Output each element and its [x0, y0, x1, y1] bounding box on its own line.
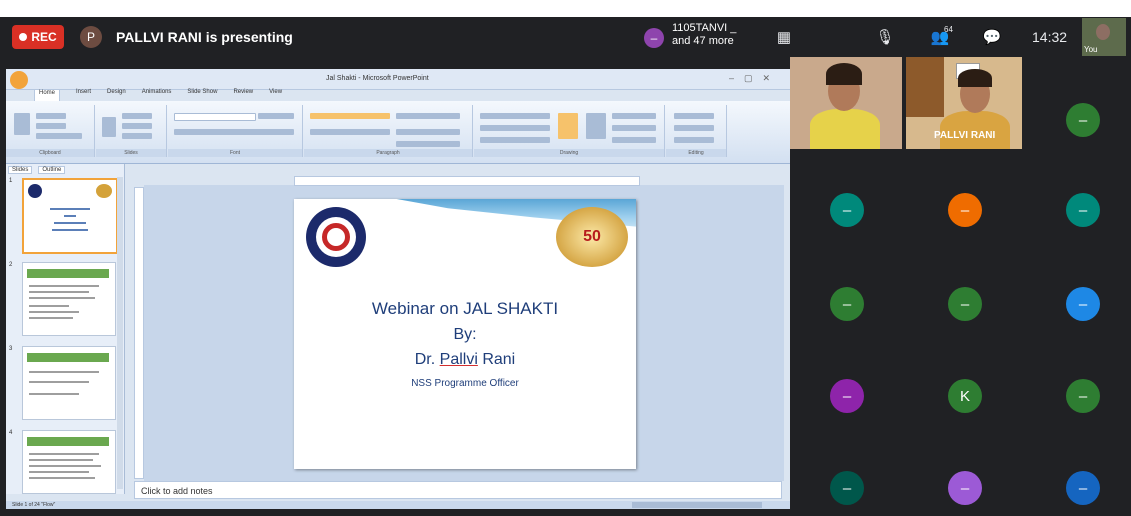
ppt-status-bar: Slide 1 of 24 "Flow": [6, 501, 790, 509]
ribbon-group-drawing: Drawing: [474, 105, 665, 157]
participant-avatar[interactable]: –: [830, 193, 864, 227]
participant-camera-tile[interactable]: PALLVI RANI: [906, 57, 1022, 149]
participant-avatar[interactable]: –: [948, 193, 982, 227]
anniversary-badge: 50: [556, 207, 628, 267]
slide-thumbnail-2: [22, 262, 116, 336]
slide-thumbnail-4: [22, 430, 116, 494]
zoom-slider: [632, 502, 762, 508]
thumb-number: 4: [9, 430, 13, 436]
presenting-text: PALLVI RANI is presenting: [116, 29, 293, 45]
others-name: 1105TANVI _: [672, 22, 737, 34]
slides-panel: Slides Outline 1 2 3 4: [6, 164, 125, 494]
ppt-window-title: Jal Shakti - Microsoft PowerPoint: [326, 75, 429, 82]
slide-title: Webinar on JAL SHAKTI: [371, 299, 559, 318]
self-avatar: [1096, 24, 1110, 40]
you-label: You: [1084, 45, 1098, 54]
participant-avatar[interactable]: –: [1066, 287, 1100, 321]
participant-avatar[interactable]: –: [830, 287, 864, 321]
participant-name: PALLVI RANI: [934, 130, 996, 141]
participant-avatar[interactable]: –: [1066, 379, 1100, 413]
nss-logo: [306, 207, 366, 267]
clock: 14:32: [1032, 29, 1068, 45]
participant-avatar[interactable]: K: [948, 379, 982, 413]
ppt-ribbon: Clipboard Slides Font Paragraph Drawing …: [6, 101, 790, 164]
ribbon-tab: View: [269, 89, 283, 95]
ribbon-group-paragraph: Paragraph: [304, 105, 473, 157]
mic-off-icon[interactable]: 🎙: [875, 27, 895, 47]
ribbon-tab: Design: [107, 89, 126, 95]
ribbon-tabs: Home Insert Design Animations Slide Show…: [34, 89, 282, 101]
ribbon-tab: Home: [34, 89, 61, 101]
slides-tab: Slides: [8, 166, 33, 174]
notes-pane: Click to add notes: [134, 481, 782, 499]
participant-avatar[interactable]: –: [1066, 193, 1100, 227]
slide-thumbnail-1: [22, 178, 118, 254]
meeting-top-bar: REC P PALLVI RANI is presenting – 1105TA…: [0, 17, 1131, 57]
office-button-icon: [10, 71, 28, 89]
rec-label: REC: [31, 30, 57, 44]
thumb-number: 2: [9, 262, 13, 268]
recording-indicator: REC: [12, 25, 64, 49]
participant-avatar[interactable]: –: [830, 379, 864, 413]
slide-designation: NSS Programme Officer: [411, 378, 519, 389]
ribbon-tab: Insert: [76, 89, 92, 95]
participant-avatar[interactable]: –: [948, 287, 982, 321]
participant-avatar[interactable]: –: [948, 471, 982, 505]
others-more: and 47 more: [672, 35, 734, 47]
meet-window: REC P PALLVI RANI is presenting – 1105TA…: [0, 17, 1131, 516]
participant-camera-tile[interactable]: [790, 57, 902, 149]
ribbon-group-slides: Slides: [96, 105, 167, 157]
ribbon-group-clipboard: Clipboard: [6, 105, 95, 157]
participant-avatar[interactable]: –: [1066, 103, 1100, 137]
current-slide: 50 Webinar on JAL SHAKTI By: Dr. Pallvi …: [294, 199, 636, 469]
participant-avatar[interactable]: –: [830, 471, 864, 505]
slide-count-status: Slide 1 of 24 "Flow": [12, 502, 56, 508]
others-avatar[interactable]: –: [644, 28, 664, 48]
nss-wheel-icon: [322, 223, 350, 251]
thumb-number: 3: [9, 346, 13, 352]
panel-tabs: Slides Outline: [8, 166, 66, 174]
participant-count: 64: [944, 25, 953, 34]
qr-grid-icon[interactable]: ▦: [774, 27, 794, 47]
participant-grid: PALLVI RANI – – – – – – – – K – – – –: [790, 57, 1131, 516]
outline-tab: Outline: [38, 166, 66, 174]
slide-thumbnail-3: [22, 346, 116, 420]
horizontal-ruler: [294, 176, 640, 186]
slide-by: By:: [453, 326, 477, 343]
shared-screen: Jal Shakti - Microsoft PowerPoint –▢✕ Ho…: [6, 69, 790, 509]
ribbon-group-editing: Editing: [666, 105, 727, 157]
window-controls: –▢✕: [728, 73, 780, 83]
slide-presenter-name: Dr. Pallvi Rani: [414, 351, 516, 368]
thumb-number: 1: [9, 178, 13, 184]
panel-scrollbar: [117, 177, 123, 489]
ribbon-tab: Animations: [141, 89, 172, 95]
others-summary[interactable]: 1105TANVI _ and 47 more: [672, 22, 736, 48]
vertical-ruler: [134, 187, 144, 479]
ribbon-tab: Slide Show: [187, 89, 218, 95]
self-view-tile[interactable]: You: [1082, 18, 1126, 56]
presenter-avatar: P: [80, 26, 102, 48]
record-dot-icon: [19, 33, 28, 41]
ribbon-tab: Review: [233, 89, 254, 95]
participant-avatar[interactable]: –: [1066, 471, 1100, 505]
chat-icon[interactable]: 💬: [982, 27, 1002, 47]
ppt-title-bar: Jal Shakti - Microsoft PowerPoint –▢✕: [6, 69, 790, 90]
ribbon-group-font: Font: [168, 105, 303, 157]
